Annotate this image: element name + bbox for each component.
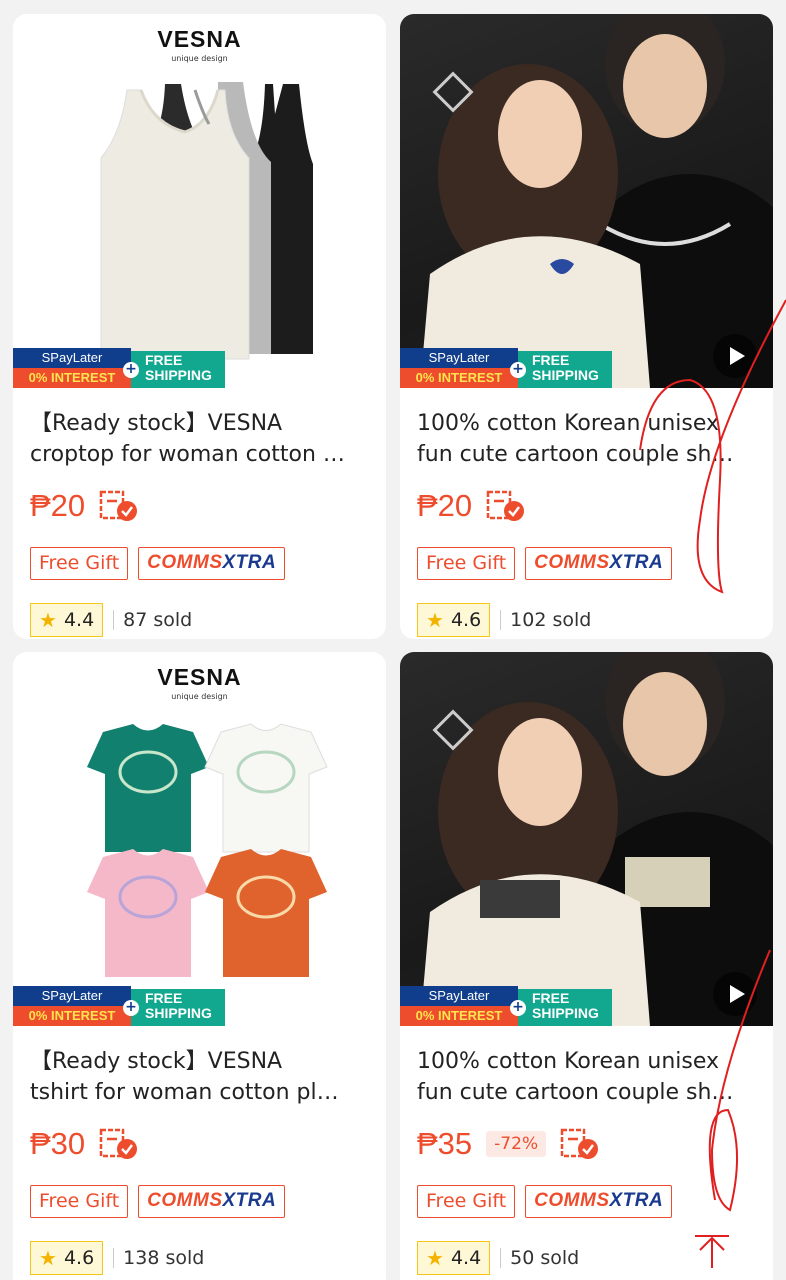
tag-row: Free Gift COMMSXTRA [30, 547, 286, 580]
price-row: ₱30 [30, 1124, 139, 1164]
title-line: tshirt for woman cotton pl… [30, 1080, 339, 1105]
spaylater-label: SPayLater [13, 986, 131, 1006]
product-card[interactable]: SPayLater 0% INTEREST + FREE SHIPPING 10… [400, 652, 773, 1280]
sold-count: 87 sold [123, 609, 193, 631]
commsxtra-tag: COMMSXTRA [138, 547, 286, 580]
rating-row: ★ 4.6 138 sold [30, 1241, 204, 1275]
star-icon: ★ [39, 608, 57, 632]
price: ₱20 [30, 488, 86, 523]
commsxtra-tag: COMMSXTRA [138, 1185, 286, 1218]
title-line: 【Ready stock】VESNA [30, 411, 283, 436]
brand-name: VESNA [157, 26, 242, 52]
spaylater-label: SPayLater [13, 348, 131, 368]
free-gift-tag: Free Gift [417, 1185, 516, 1218]
promo-banner: SPayLater 0% INTEREST + FREE SHIPPING [13, 986, 386, 1026]
sold-count: 138 sold [123, 1247, 205, 1269]
product-title[interactable]: 100% cotton Korean unisex fun cute carto… [417, 1046, 762, 1108]
sold-count: 102 sold [510, 609, 592, 631]
voucher-icon [486, 489, 526, 523]
rating-badge: ★ 4.6 [30, 1241, 104, 1275]
price-row: ₱35 -72% [417, 1124, 600, 1164]
rating-value: 4.6 [450, 609, 482, 631]
commsxtra-tag: COMMSXTRA [525, 547, 673, 580]
spaylater-label: SPayLater [400, 348, 518, 368]
title-line: fun cute cartoon couple sh… [417, 1080, 734, 1105]
price: ₱35 [417, 1126, 473, 1161]
title-line: 100% cotton Korean unisex [417, 411, 720, 436]
promo-banner: SPayLater 0% INTEREST + FREE SHIPPING [400, 986, 773, 1026]
spaylater-label: SPayLater [400, 986, 518, 1006]
tag-row: Free Gift COMMSXTRA [30, 1185, 286, 1218]
free-shipping-label: FREE SHIPPING [518, 989, 612, 1026]
brand-name: VESNA [157, 664, 242, 690]
interest-label: 0% INTEREST [400, 368, 518, 388]
product-image[interactable]: VESNA unique design SPayLater 0% INTERES… [13, 652, 386, 1026]
product-title[interactable]: 【Ready stock】VESNA tshirt for woman cott… [30, 1046, 375, 1108]
product-card[interactable]: VESNA unique design SPayLater 0% INTERES… [13, 652, 386, 1280]
rating-row: ★ 4.4 50 sold [417, 1241, 579, 1275]
product-title[interactable]: 100% cotton Korean unisex fun cute carto… [417, 408, 762, 470]
couple-photo-illustration [420, 14, 773, 388]
star-icon: ★ [426, 1246, 444, 1270]
rating-row: ★ 4.6 102 sold [417, 603, 591, 637]
couple-photo-illustration [420, 652, 773, 1026]
voucher-icon [99, 489, 139, 523]
free-gift-tag: Free Gift [417, 547, 516, 580]
commsxtra-tag: COMMSXTRA [525, 1185, 673, 1218]
star-icon: ★ [426, 608, 444, 632]
title-line: 100% cotton Korean unisex [417, 1049, 720, 1074]
price-row: ₱20 [417, 486, 526, 526]
product-card[interactable]: SPayLater 0% INTEREST + FREE SHIPPING 10… [400, 14, 773, 639]
free-shipping-label: FREE SHIPPING [131, 351, 225, 388]
plus-icon: + [510, 1000, 526, 1016]
plus-icon: + [510, 362, 526, 378]
price: ₱20 [417, 488, 473, 523]
interest-label: 0% INTEREST [13, 368, 131, 388]
free-shipping-label: FREE SHIPPING [131, 989, 225, 1026]
tank-tops-illustration [100, 82, 313, 360]
product-card[interactable]: VESNA unique design SPayLater 0% INTERES… [13, 14, 386, 639]
rating-row: ★ 4.4 87 sold [30, 603, 192, 637]
star-icon: ★ [39, 1246, 57, 1270]
tag-row: Free Gift COMMSXTRA [417, 1185, 673, 1218]
interest-label: 0% INTEREST [13, 1006, 131, 1026]
rating-badge: ★ 4.4 [30, 603, 104, 637]
rating-badge: ★ 4.6 [417, 603, 491, 637]
free-gift-tag: Free Gift [30, 1185, 129, 1218]
free-shipping-label: FREE SHIPPING [518, 351, 612, 388]
rating-value: 4.6 [63, 1247, 95, 1269]
title-line: 【Ready stock】VESNA [30, 1049, 283, 1074]
product-image[interactable]: SPayLater 0% INTEREST + FREE SHIPPING [400, 14, 773, 388]
tag-row: Free Gift COMMSXTRA [417, 547, 673, 580]
price: ₱30 [30, 1126, 86, 1161]
rating-badge: ★ 4.4 [417, 1241, 491, 1275]
plus-icon: + [123, 1000, 139, 1016]
title-line: croptop for woman cotton … [30, 442, 345, 467]
tshirts-illustration [87, 723, 328, 977]
voucher-icon [560, 1127, 600, 1161]
title-line: fun cute cartoon couple sh… [417, 442, 734, 467]
rating-value: 4.4 [63, 609, 95, 631]
voucher-icon [99, 1127, 139, 1161]
free-gift-tag: Free Gift [30, 547, 129, 580]
plus-icon: + [123, 362, 139, 378]
interest-label: 0% INTEREST [400, 1006, 518, 1026]
sold-count: 50 sold [510, 1247, 580, 1269]
product-image[interactable]: SPayLater 0% INTEREST + FREE SHIPPING [400, 652, 773, 1026]
rating-value: 4.4 [450, 1247, 482, 1269]
discount-badge: -72% [486, 1131, 547, 1157]
product-image[interactable]: VESNA unique design SPayLater 0% INTERES… [13, 14, 386, 388]
price-row: ₱20 [30, 486, 139, 526]
product-title[interactable]: 【Ready stock】VESNA croptop for woman cot… [30, 408, 375, 470]
promo-banner: SPayLater 0% INTEREST + FREE SHIPPING [13, 348, 386, 388]
promo-banner: SPayLater 0% INTEREST + FREE SHIPPING [400, 348, 773, 388]
